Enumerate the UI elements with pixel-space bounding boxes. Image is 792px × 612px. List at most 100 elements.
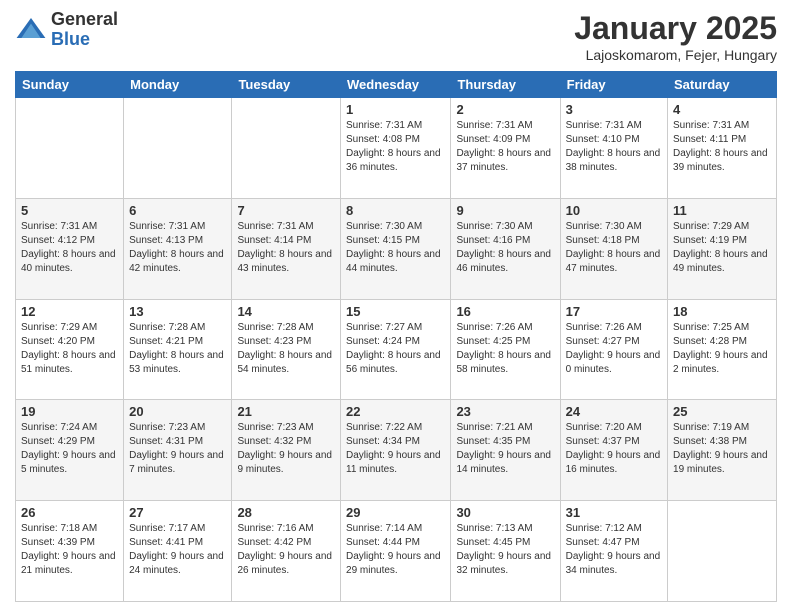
week-row-1: 5 Sunrise: 7:31 AM Sunset: 4:12 PM Daylig… (16, 198, 777, 299)
col-header-friday: Friday (560, 72, 667, 98)
day-number: 30 (456, 505, 554, 520)
day-info: Sunrise: 7:26 AM Sunset: 4:27 PM Dayligh… (566, 321, 662, 377)
col-header-monday: Monday (124, 72, 232, 98)
day-info: Sunrise: 7:31 AM Sunset: 4:10 PM Dayligh… (566, 119, 662, 175)
day-cell: 11Sunrise: 7:29 AM Sunset: 4:19 PM Dayli… (668, 198, 777, 299)
col-header-thursday: Thursday (451, 72, 560, 98)
day-info: Sunrise: 7:24 AM Sunset: 4:29 PM Dayligh… (21, 421, 118, 477)
day-number: 5 (21, 203, 118, 218)
title-block: January 2025 Lajoskomarom, Fejer, Hungar… (574, 10, 777, 63)
day-info: Sunrise: 7:31 AM Sunset: 4:08 PM Dayligh… (346, 119, 445, 175)
day-cell: 21 Sunrise: 7:23 AM Sunset: 4:32 PM Dayli… (232, 400, 341, 501)
day-cell (124, 98, 232, 199)
day-number: 1 (346, 102, 445, 117)
day-number: 22 (346, 404, 445, 419)
day-info: Sunrise: 7:31 AM Sunset: 4:12 PM Dayligh… (21, 220, 118, 276)
day-cell: 16 Sunrise: 7:26 AM Sunset: 4:25 PM Dayli… (451, 299, 560, 400)
day-cell: 29 Sunrise: 7:14 AM Sunset: 4:44 PM Dayli… (341, 501, 451, 602)
col-header-sunday: Sunday (16, 72, 124, 98)
day-cell: 30 Sunrise: 7:13 AM Sunset: 4:45 PM Dayli… (451, 501, 560, 602)
day-number: 3 (566, 102, 662, 117)
col-header-tuesday: Tuesday (232, 72, 341, 98)
day-number: 29 (346, 505, 445, 520)
day-info: Sunrise: 7:31 AM Sunset: 4:14 PM Dayligh… (237, 220, 335, 276)
day-number: 2 (456, 102, 554, 117)
day-cell: 9Sunrise: 7:30 AM Sunset: 4:16 PM Daylig… (451, 198, 560, 299)
day-info: Sunrise: 7:26 AM Sunset: 4:25 PM Dayligh… (456, 321, 554, 377)
day-number: 15 (346, 304, 445, 319)
logo-blue: Blue (51, 30, 118, 50)
location: Lajoskomarom, Fejer, Hungary (574, 47, 777, 63)
day-info: Sunrise: 7:29 AM Sunset: 4:20 PM Dayligh… (21, 321, 118, 377)
day-info: Sunrise: 7:28 AM Sunset: 4:23 PM Dayligh… (237, 321, 335, 377)
day-cell: 26 Sunrise: 7:18 AM Sunset: 4:39 PM Dayli… (16, 501, 124, 602)
logo-icon (15, 14, 47, 46)
col-header-wednesday: Wednesday (341, 72, 451, 98)
day-cell: 1 Sunrise: 7:31 AM Sunset: 4:08 PM Daylig… (341, 98, 451, 199)
day-number: 7 (237, 203, 335, 218)
day-cell: 8 Sunrise: 7:30 AM Sunset: 4:15 PM Daylig… (341, 198, 451, 299)
day-info: Sunrise: 7:23 AM Sunset: 4:31 PM Dayligh… (129, 421, 226, 477)
day-cell: 31Sunrise: 7:12 AM Sunset: 4:47 PM Dayli… (560, 501, 667, 602)
day-number: 26 (21, 505, 118, 520)
day-info: Sunrise: 7:20 AM Sunset: 4:37 PM Dayligh… (566, 421, 662, 477)
day-info: Sunrise: 7:18 AM Sunset: 4:39 PM Dayligh… (21, 522, 118, 578)
month-title: January 2025 (574, 10, 777, 47)
day-cell (16, 98, 124, 199)
day-number: 31 (566, 505, 662, 520)
page: General Blue January 2025 Lajoskomarom, … (0, 0, 792, 612)
day-number: 8 (346, 203, 445, 218)
day-info: Sunrise: 7:14 AM Sunset: 4:44 PM Dayligh… (346, 522, 445, 578)
day-number: 21 (237, 404, 335, 419)
day-cell: 15 Sunrise: 7:27 AM Sunset: 4:24 PM Dayli… (341, 299, 451, 400)
day-cell: 7 Sunrise: 7:31 AM Sunset: 4:14 PM Daylig… (232, 198, 341, 299)
day-number: 24 (566, 404, 662, 419)
week-row-4: 26 Sunrise: 7:18 AM Sunset: 4:39 PM Dayli… (16, 501, 777, 602)
logo-text: General Blue (51, 10, 118, 50)
day-cell: 6Sunrise: 7:31 AM Sunset: 4:13 PM Daylig… (124, 198, 232, 299)
day-number: 12 (21, 304, 118, 319)
col-header-saturday: Saturday (668, 72, 777, 98)
day-info: Sunrise: 7:22 AM Sunset: 4:34 PM Dayligh… (346, 421, 445, 477)
day-cell: 3 Sunrise: 7:31 AM Sunset: 4:10 PM Daylig… (560, 98, 667, 199)
day-cell: 23 Sunrise: 7:21 AM Sunset: 4:35 PM Dayli… (451, 400, 560, 501)
day-number: 19 (21, 404, 118, 419)
logo: General Blue (15, 10, 118, 50)
day-cell: 22 Sunrise: 7:22 AM Sunset: 4:34 PM Dayli… (341, 400, 451, 501)
day-number: 25 (673, 404, 771, 419)
day-info: Sunrise: 7:19 AM Sunset: 4:38 PM Dayligh… (673, 421, 771, 477)
day-cell: 28Sunrise: 7:16 AM Sunset: 4:42 PM Dayli… (232, 501, 341, 602)
day-cell: 5 Sunrise: 7:31 AM Sunset: 4:12 PM Daylig… (16, 198, 124, 299)
week-row-2: 12 Sunrise: 7:29 AM Sunset: 4:20 PM Dayli… (16, 299, 777, 400)
day-number: 18 (673, 304, 771, 319)
day-info: Sunrise: 7:21 AM Sunset: 4:35 PM Dayligh… (456, 421, 554, 477)
day-number: 16 (456, 304, 554, 319)
day-number: 11 (673, 203, 771, 218)
day-cell (232, 98, 341, 199)
day-info: Sunrise: 7:25 AM Sunset: 4:28 PM Dayligh… (673, 321, 771, 377)
day-number: 13 (129, 304, 226, 319)
header-row: SundayMondayTuesdayWednesdayThursdayFrid… (16, 72, 777, 98)
logo-general: General (51, 10, 118, 30)
day-info: Sunrise: 7:30 AM Sunset: 4:15 PM Dayligh… (346, 220, 445, 276)
day-info: Sunrise: 7:13 AM Sunset: 4:45 PM Dayligh… (456, 522, 554, 578)
day-cell: 19 Sunrise: 7:24 AM Sunset: 4:29 PM Dayli… (16, 400, 124, 501)
day-number: 23 (456, 404, 554, 419)
day-cell: 10Sunrise: 7:30 AM Sunset: 4:18 PM Dayli… (560, 198, 667, 299)
day-info: Sunrise: 7:28 AM Sunset: 4:21 PM Dayligh… (129, 321, 226, 377)
day-info: Sunrise: 7:30 AM Sunset: 4:18 PM Dayligh… (566, 220, 662, 276)
day-cell: 2 Sunrise: 7:31 AM Sunset: 4:09 PM Daylig… (451, 98, 560, 199)
day-cell: 18 Sunrise: 7:25 AM Sunset: 4:28 PM Dayli… (668, 299, 777, 400)
day-cell: 4Sunrise: 7:31 AM Sunset: 4:11 PM Daylig… (668, 98, 777, 199)
day-info: Sunrise: 7:30 AM Sunset: 4:16 PM Dayligh… (456, 220, 554, 276)
day-info: Sunrise: 7:31 AM Sunset: 4:09 PM Dayligh… (456, 119, 554, 175)
day-info: Sunrise: 7:31 AM Sunset: 4:13 PM Dayligh… (129, 220, 226, 276)
day-cell: 12 Sunrise: 7:29 AM Sunset: 4:20 PM Dayli… (16, 299, 124, 400)
day-cell: 17Sunrise: 7:26 AM Sunset: 4:27 PM Dayli… (560, 299, 667, 400)
day-cell: 14Sunrise: 7:28 AM Sunset: 4:23 PM Dayli… (232, 299, 341, 400)
day-cell: 20 Sunrise: 7:23 AM Sunset: 4:31 PM Dayli… (124, 400, 232, 501)
day-info: Sunrise: 7:27 AM Sunset: 4:24 PM Dayligh… (346, 321, 445, 377)
day-number: 20 (129, 404, 226, 419)
day-info: Sunrise: 7:23 AM Sunset: 4:32 PM Dayligh… (237, 421, 335, 477)
day-number: 27 (129, 505, 226, 520)
